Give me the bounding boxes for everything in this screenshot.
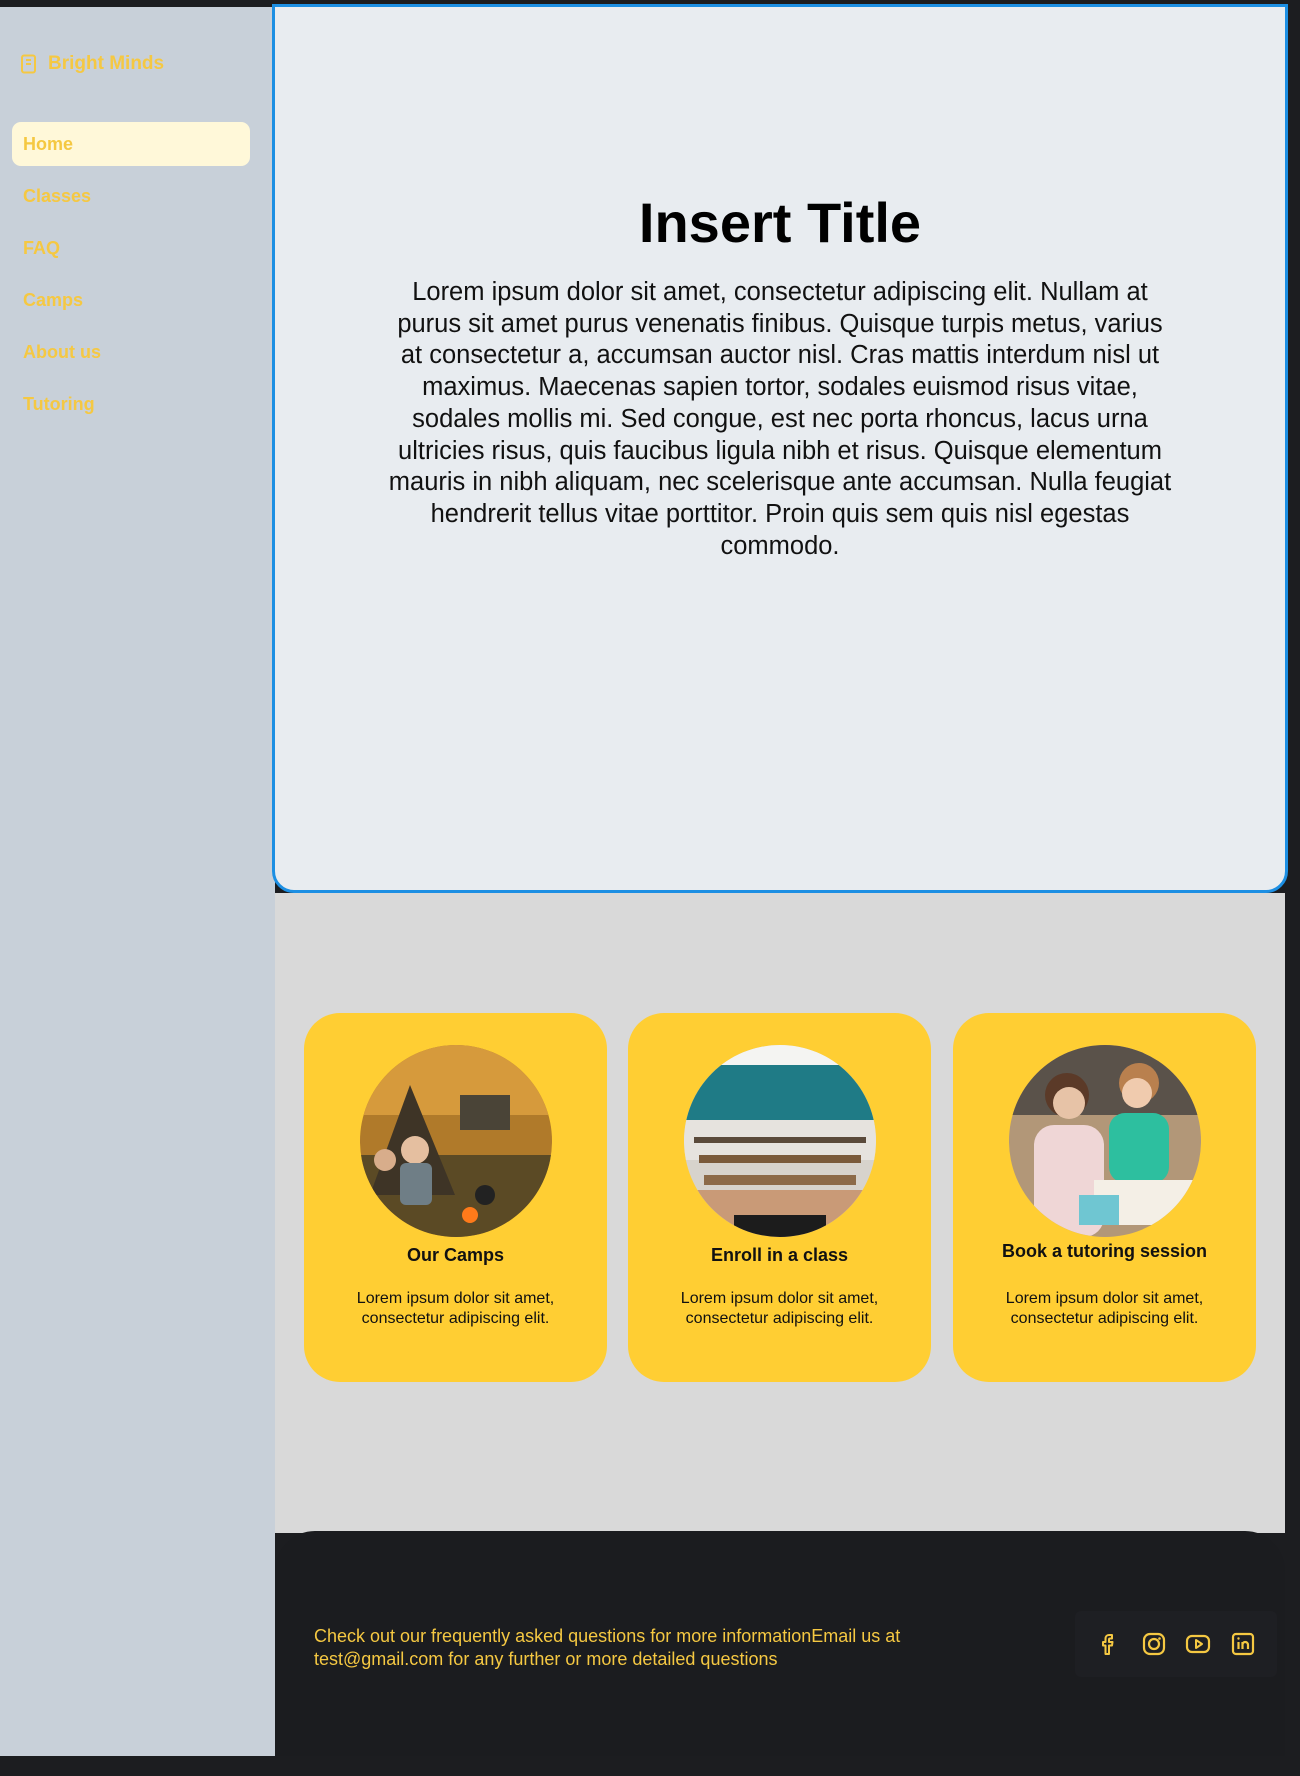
facebook-icon[interactable] [1095, 1630, 1123, 1658]
camps-image [359, 1045, 552, 1237]
tutoring-card[interactable]: Book a tutoring session Lorem ipsum dolo… [953, 1013, 1256, 1382]
classroom-image [683, 1045, 876, 1237]
footer-text: Check out our frequently asked questions… [314, 1626, 901, 1669]
nav-item-tutoring[interactable]: Tutoring [12, 382, 250, 426]
tutoring-card-title: Book a tutoring session [1001, 1241, 1208, 1261]
social-links [1075, 1611, 1277, 1677]
class-card-title: Enroll in a class [710, 1245, 849, 1265]
camps-card-desc: Lorem ipsum dolor sit amet, consectetur … [356, 1290, 555, 1327]
camps-card-title: Our Camps [406, 1245, 505, 1265]
youtube-icon[interactable] [1184, 1630, 1212, 1658]
sidebar: Bright Minds Home Classes FAQ Camps Abou… [0, 7, 275, 1756]
book-icon [21, 54, 36, 74]
tutoring-card-desc: Lorem ipsum dolor sit amet, consectetur … [1005, 1290, 1204, 1327]
nav-item-classes[interactable]: Classes [12, 174, 250, 218]
nav-item-faq[interactable]: FAQ [12, 226, 250, 270]
nav-item-camps[interactable]: Camps [12, 278, 250, 322]
hero-title: Insert Title [638, 191, 922, 254]
hero-body: Lorem ipsum dolor sit amet, consectetur … [388, 278, 1172, 560]
instagram-icon[interactable] [1140, 1630, 1168, 1658]
camps-card[interactable]: Our Camps Lorem ipsum dolor sit amet, co… [304, 1013, 607, 1382]
nav-item-about-us[interactable]: About us [12, 330, 250, 374]
class-card[interactable]: Enroll in a class Lorem ipsum dolor sit … [628, 1013, 931, 1382]
brand-name: Bright Minds [48, 53, 165, 74]
tutoring-image [1008, 1045, 1201, 1237]
brand[interactable]: Bright Minds [20, 53, 164, 75]
class-card-desc: Lorem ipsum dolor sit amet, consectetur … [680, 1290, 879, 1327]
cards-section: Our Camps Lorem ipsum dolor sit amet, co… [275, 893, 1285, 1533]
hero-section: Insert Title Lorem ipsum dolor sit amet,… [272, 4, 1288, 893]
sidebar-nav: Home Classes FAQ Camps About us Tutoring [12, 122, 250, 434]
nav-item-home[interactable]: Home [12, 122, 250, 166]
footer: Check out our frequently asked questions… [275, 1531, 1285, 1756]
linkedin-icon[interactable] [1229, 1630, 1257, 1658]
